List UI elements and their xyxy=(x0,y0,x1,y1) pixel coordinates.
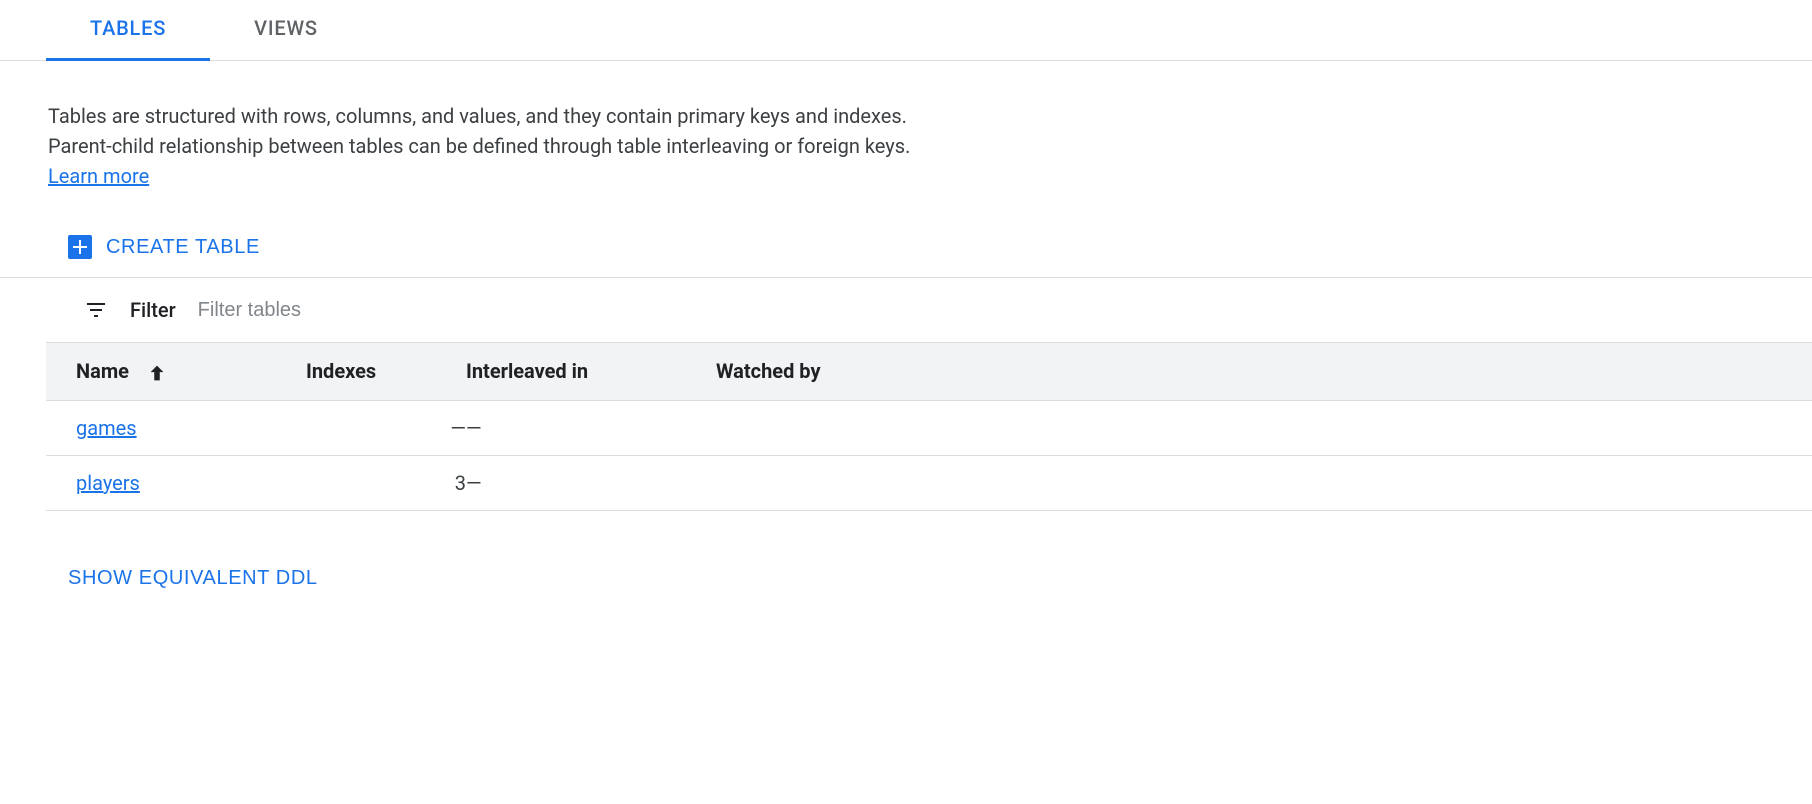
table-row: players 3 — xyxy=(46,455,1812,510)
column-header-interleaved[interactable]: Interleaved in xyxy=(466,343,716,401)
description-body: Tables are structured with rows, columns… xyxy=(48,104,910,158)
filter-label: Filter xyxy=(130,298,176,322)
column-header-watched[interactable]: Watched by xyxy=(716,343,1812,401)
filter-input[interactable] xyxy=(198,299,498,322)
table-name-link[interactable]: games xyxy=(76,416,137,440)
cell-interleaved: — xyxy=(466,455,716,510)
tab-tables[interactable]: TABLES xyxy=(46,0,210,61)
cell-watched xyxy=(716,400,1812,455)
table-name-link[interactable]: players xyxy=(76,471,140,495)
show-equivalent-ddl-button[interactable]: SHOW EQUIVALENT DDL xyxy=(68,567,318,590)
filter-icon xyxy=(84,298,108,322)
tables-list: Name Indexes Interleaved in Watched by g… xyxy=(46,342,1812,511)
cell-watched xyxy=(716,455,1812,510)
create-table-label: CREATE TABLE xyxy=(106,236,260,259)
column-header-indexes[interactable]: Indexes xyxy=(306,343,466,401)
column-header-name-label: Name xyxy=(76,359,129,383)
column-header-name[interactable]: Name xyxy=(46,343,306,401)
description-text: Tables are structured with rows, columns… xyxy=(0,61,940,191)
plus-icon xyxy=(68,235,92,259)
sort-ascending-icon xyxy=(146,362,168,384)
table-row: games — — xyxy=(46,400,1812,455)
cell-indexes: 3 xyxy=(306,455,466,510)
cell-indexes: — xyxy=(306,400,466,455)
learn-more-link[interactable]: Learn more xyxy=(48,164,149,188)
filter-bar: Filter xyxy=(0,277,1812,342)
tab-bar: TABLES VIEWS xyxy=(0,0,1812,61)
cell-interleaved: — xyxy=(466,400,716,455)
tab-views[interactable]: VIEWS xyxy=(210,0,362,61)
create-table-button[interactable]: CREATE TABLE xyxy=(68,235,260,259)
